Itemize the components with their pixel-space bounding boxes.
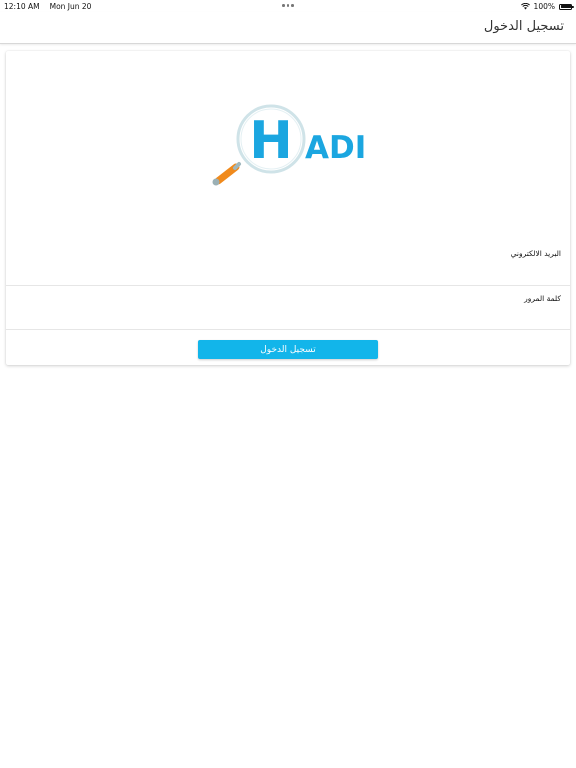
navigation-bar: تسجيل الدخول	[0, 12, 576, 44]
status-date: Mon Jun 20	[49, 2, 92, 11]
logo-letter-h: H	[249, 111, 293, 171]
email-field-row: البريد الالكتروني	[6, 241, 570, 285]
password-input[interactable]	[16, 308, 560, 324]
multitasking-dots-icon[interactable]	[282, 4, 294, 7]
page-title: تسجيل الدخول	[483, 19, 564, 34]
login-card: H ADI البريد الالكتروني كلمة المرور تسجي…	[6, 51, 570, 365]
battery-icon	[559, 3, 574, 10]
hadi-logo: H ADI	[212, 104, 366, 186]
status-time: 12:10 AM	[4, 2, 40, 11]
login-button[interactable]: تسجيل الدخول	[198, 340, 378, 359]
logo-text: ADI	[305, 130, 366, 166]
battery-percent: 100%	[533, 2, 555, 11]
button-row: تسجيل الدخول	[6, 329, 570, 365]
status-left: 12:10 AM Mon Jun 20	[4, 2, 91, 11]
wifi-icon	[520, 3, 530, 10]
status-right: 100%	[520, 2, 574, 11]
password-label: كلمة المرور	[524, 294, 561, 303]
password-field-row: كلمة المرور	[6, 285, 570, 329]
email-input[interactable]	[16, 263, 560, 279]
email-label: البريد الالكتروني	[510, 249, 561, 258]
status-bar: 12:10 AM Mon Jun 20 100%	[0, 0, 576, 12]
